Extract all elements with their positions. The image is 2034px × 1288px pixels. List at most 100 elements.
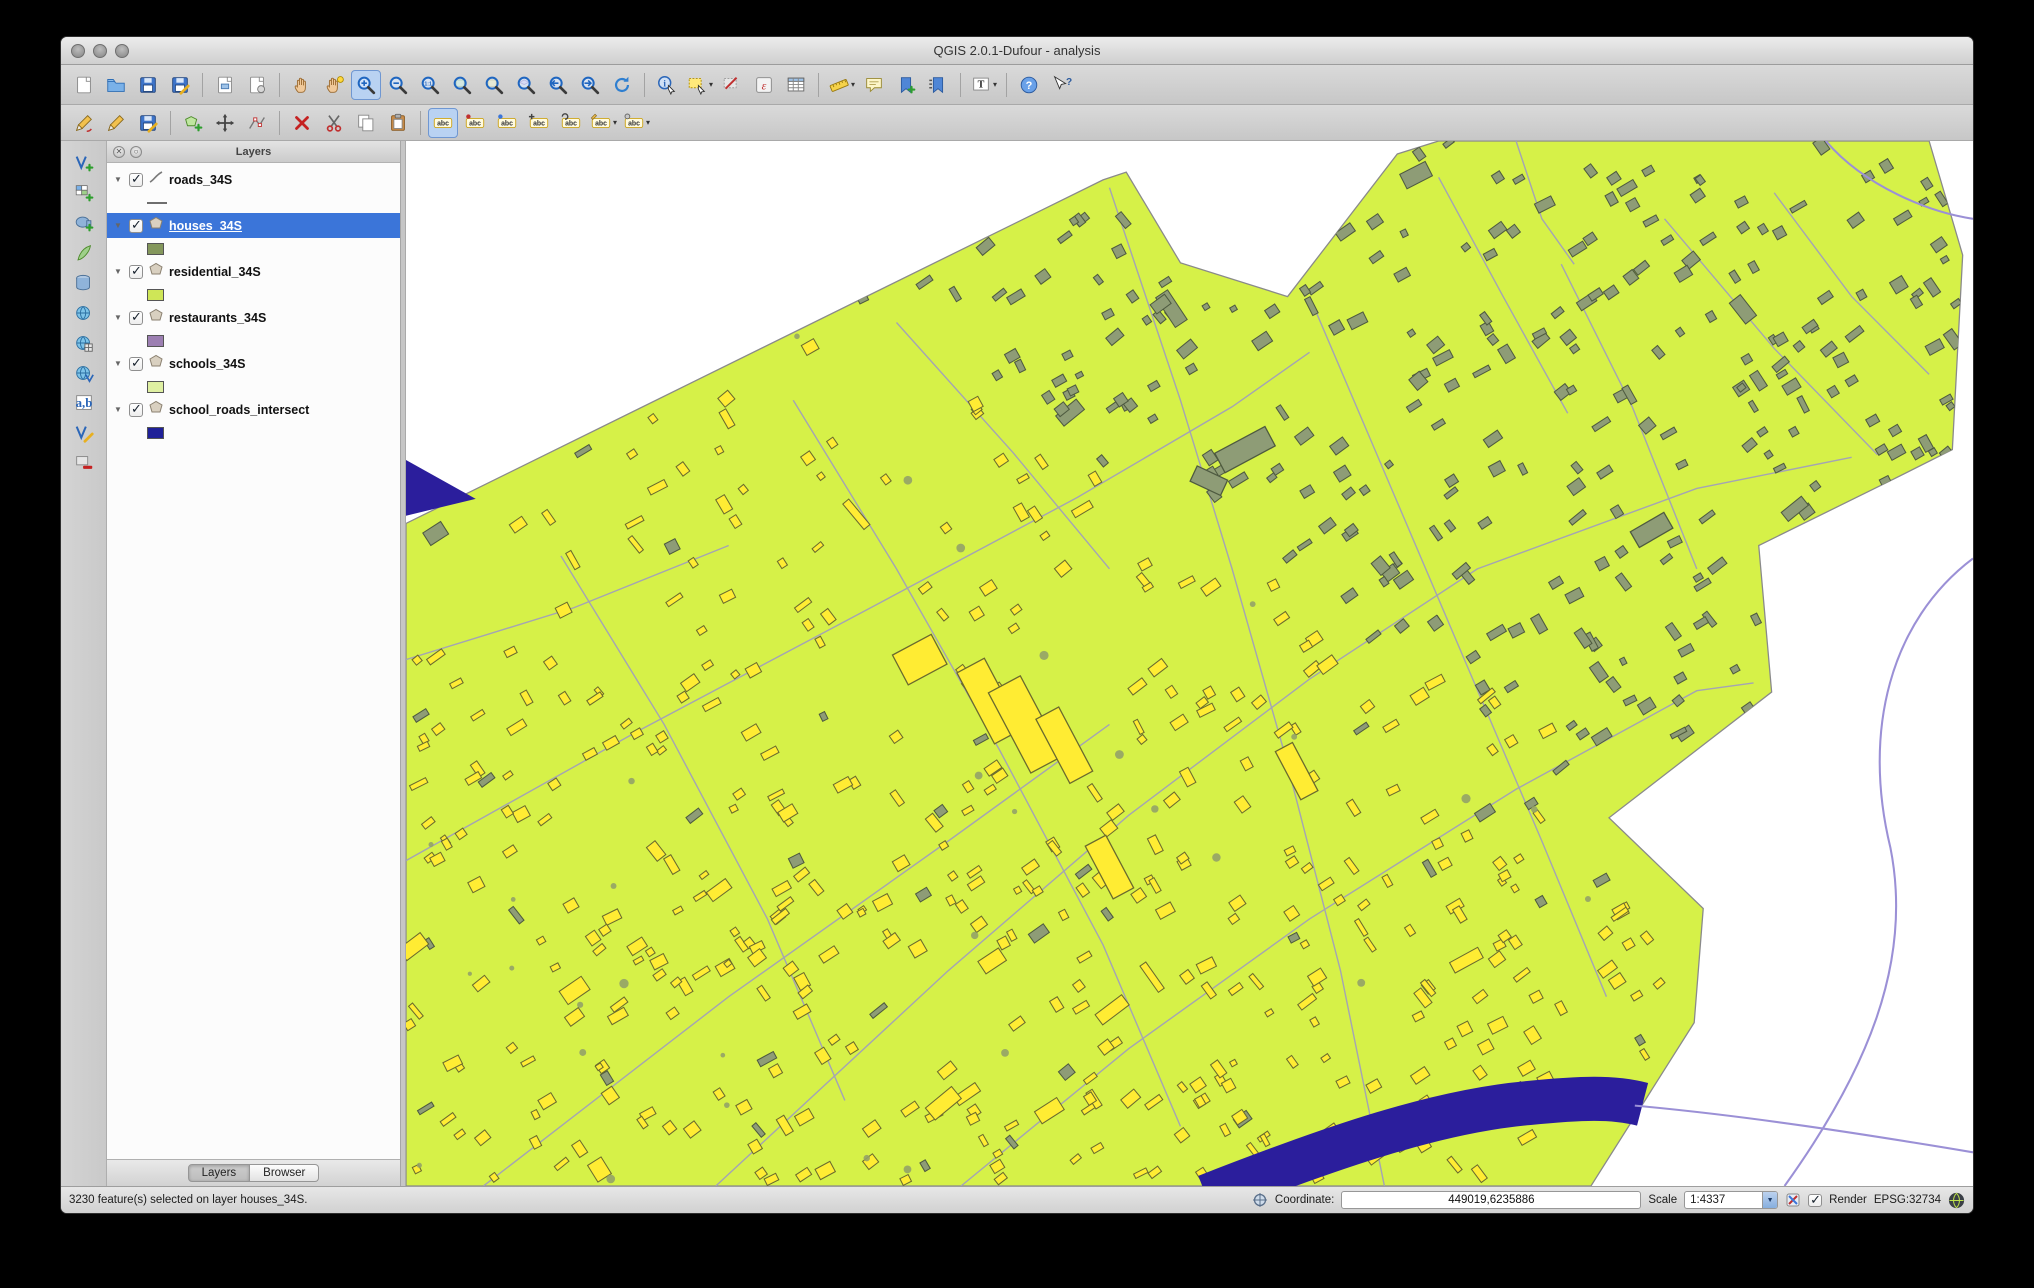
toggle-editing-icon[interactable] (101, 108, 131, 138)
layer-label[interactable]: residential_34S (169, 265, 261, 279)
node-tool-icon[interactable] (242, 108, 272, 138)
panel-tab-browser[interactable]: Browser (250, 1164, 320, 1182)
field-calculator-icon[interactable]: ε (749, 70, 779, 100)
disclosure-triangle-icon[interactable]: ▼ (114, 175, 124, 184)
layer-item-school_roads_intersect[interactable]: ▼ school_roads_intersect (107, 397, 400, 422)
copy-features-icon[interactable] (351, 108, 381, 138)
mouse-position-icon[interactable] (1252, 1192, 1268, 1208)
new-bookmark-icon[interactable] (891, 70, 921, 100)
save-project-as-icon[interactable] (165, 70, 195, 100)
composer-manager-icon[interactable] (242, 70, 272, 100)
disclosure-triangle-icon[interactable]: ▼ (114, 359, 124, 368)
zoom-next-icon[interactable] (575, 70, 605, 100)
add-wcs-layer-icon[interactable] (69, 329, 99, 357)
layer-symbol-swatch[interactable] (147, 426, 164, 439)
disclosure-triangle-icon[interactable]: ▼ (114, 313, 124, 322)
cut-features-icon[interactable] (319, 108, 349, 138)
disclosure-triangle-icon[interactable]: ▼ (114, 405, 124, 414)
layer-label[interactable]: houses_34S (169, 219, 242, 233)
map-tips-icon[interactable] (859, 70, 889, 100)
layer-item-schools_34S[interactable]: ▼ schools_34S (107, 351, 400, 376)
zoom-in-icon[interactable] (351, 69, 381, 100)
zoom-button[interactable] (115, 44, 129, 58)
disclosure-triangle-icon[interactable]: ▼ (114, 267, 124, 276)
layer-visibility-checkbox[interactable] (129, 401, 143, 417)
add-postgis-layer-icon[interactable] (69, 209, 99, 237)
disclosure-triangle-icon[interactable]: ▼ (114, 221, 124, 230)
add-raster-layer-icon[interactable] (69, 179, 99, 207)
layer-symbol-swatch[interactable] (147, 334, 164, 347)
open-project-icon[interactable] (101, 70, 131, 100)
label-change-icon[interactable]: abc ▾ (588, 108, 619, 138)
add-wfs-layer-icon[interactable] (69, 359, 99, 387)
layer-visibility-checkbox[interactable] (129, 171, 143, 187)
layer-item-restaurants_34S[interactable]: ▼ restaurants_34S (107, 305, 400, 330)
identify-features-icon[interactable]: i (652, 70, 682, 100)
layer-visibility-checkbox[interactable] (129, 217, 143, 233)
layer-item-roads_34S[interactable]: ▼ roads_34S (107, 167, 400, 192)
help-contents-icon[interactable]: ? (1014, 70, 1044, 100)
pan-map-icon[interactable] (287, 70, 317, 100)
pan-to-selection-icon[interactable] (319, 70, 349, 100)
label-move-icon[interactable]: abc (524, 108, 554, 138)
panel-float-button[interactable]: ○ (130, 146, 142, 158)
add-wms-layer-icon[interactable] (69, 299, 99, 327)
map-canvas[interactable] (406, 141, 1973, 1186)
zoom-to-selection-icon[interactable] (479, 70, 509, 100)
close-button[interactable] (71, 44, 85, 58)
zoom-out-icon[interactable] (383, 70, 413, 100)
panel-close-button[interactable]: ✕ (113, 146, 125, 158)
label-properties-icon[interactable]: abc ▾ (621, 108, 652, 138)
add-vector-layer-icon[interactable] (69, 149, 99, 177)
text-annotation-icon[interactable]: T ▾ (968, 70, 999, 100)
zoom-actual-icon[interactable]: 1:1 (415, 70, 445, 100)
layer-item-houses_34S[interactable]: ▼ houses_34S (107, 213, 400, 238)
paste-features-icon[interactable] (383, 108, 413, 138)
layer-symbol-swatch[interactable] (147, 380, 164, 393)
layer-symbol-swatch[interactable] (147, 242, 164, 255)
label-rotate-icon[interactable]: abc (556, 108, 586, 138)
minimize-button[interactable] (93, 44, 107, 58)
show-bookmarks-icon[interactable] (923, 70, 953, 100)
zoom-to-layer-icon[interactable] (511, 70, 541, 100)
current-edits-icon[interactable] (69, 108, 99, 138)
layer-visibility-checkbox[interactable] (129, 309, 143, 325)
render-checkbox[interactable] (1808, 1192, 1823, 1208)
layer-label[interactable]: restaurants_34S (169, 311, 266, 325)
zoom-full-icon[interactable] (447, 70, 477, 100)
layer-labeling-icon[interactable]: abc (428, 107, 458, 138)
layer-label[interactable]: roads_34S (169, 173, 232, 187)
add-feature-icon[interactable] (178, 108, 208, 138)
save-project-icon[interactable] (133, 70, 163, 100)
coordinate-input[interactable] (1341, 1191, 1642, 1209)
layer-label[interactable]: schools_34S (169, 357, 245, 371)
delete-selected-icon[interactable] (287, 108, 317, 138)
add-delimited-text-icon[interactable]: a,b (69, 389, 99, 417)
add-mssql-layer-icon[interactable] (69, 269, 99, 297)
open-attribute-table-icon[interactable] (781, 70, 811, 100)
measure-icon[interactable]: ▾ (826, 70, 857, 100)
new-project-icon[interactable] (69, 70, 99, 100)
new-composer-icon[interactable] (210, 70, 240, 100)
select-features-icon[interactable]: ▾ (684, 70, 715, 100)
new-shapefile-layer-icon[interactable] (69, 419, 99, 447)
label-pin-icon[interactable]: abc (460, 108, 490, 138)
zoom-last-icon[interactable] (543, 70, 573, 100)
add-spatialite-layer-icon[interactable] (69, 239, 99, 267)
titlebar[interactable]: QGIS 2.0.1-Dufour - analysis (61, 37, 1973, 65)
scale-combo[interactable]: 1:4337 ▼ (1684, 1191, 1779, 1209)
layer-symbol-swatch[interactable] (147, 288, 164, 301)
layer-symbol-swatch[interactable] (147, 201, 167, 204)
whats-this-icon[interactable]: ? (1046, 70, 1076, 100)
save-layer-edits-icon[interactable] (133, 108, 163, 138)
label-show-hide-icon[interactable]: abc (492, 108, 522, 138)
panel-tab-layers[interactable]: Layers (187, 1164, 251, 1182)
layer-item-residential_34S[interactable]: ▼ residential_34S (107, 259, 400, 284)
deselect-features-icon[interactable] (717, 70, 747, 100)
layer-visibility-checkbox[interactable] (129, 355, 143, 371)
layer-label[interactable]: school_roads_intersect (169, 403, 309, 417)
refresh-map-icon[interactable] (607, 70, 637, 100)
crs-status-icon[interactable] (1948, 1192, 1965, 1209)
stop-rendering-icon[interactable] (1785, 1192, 1801, 1208)
move-feature-icon[interactable] (210, 108, 240, 138)
